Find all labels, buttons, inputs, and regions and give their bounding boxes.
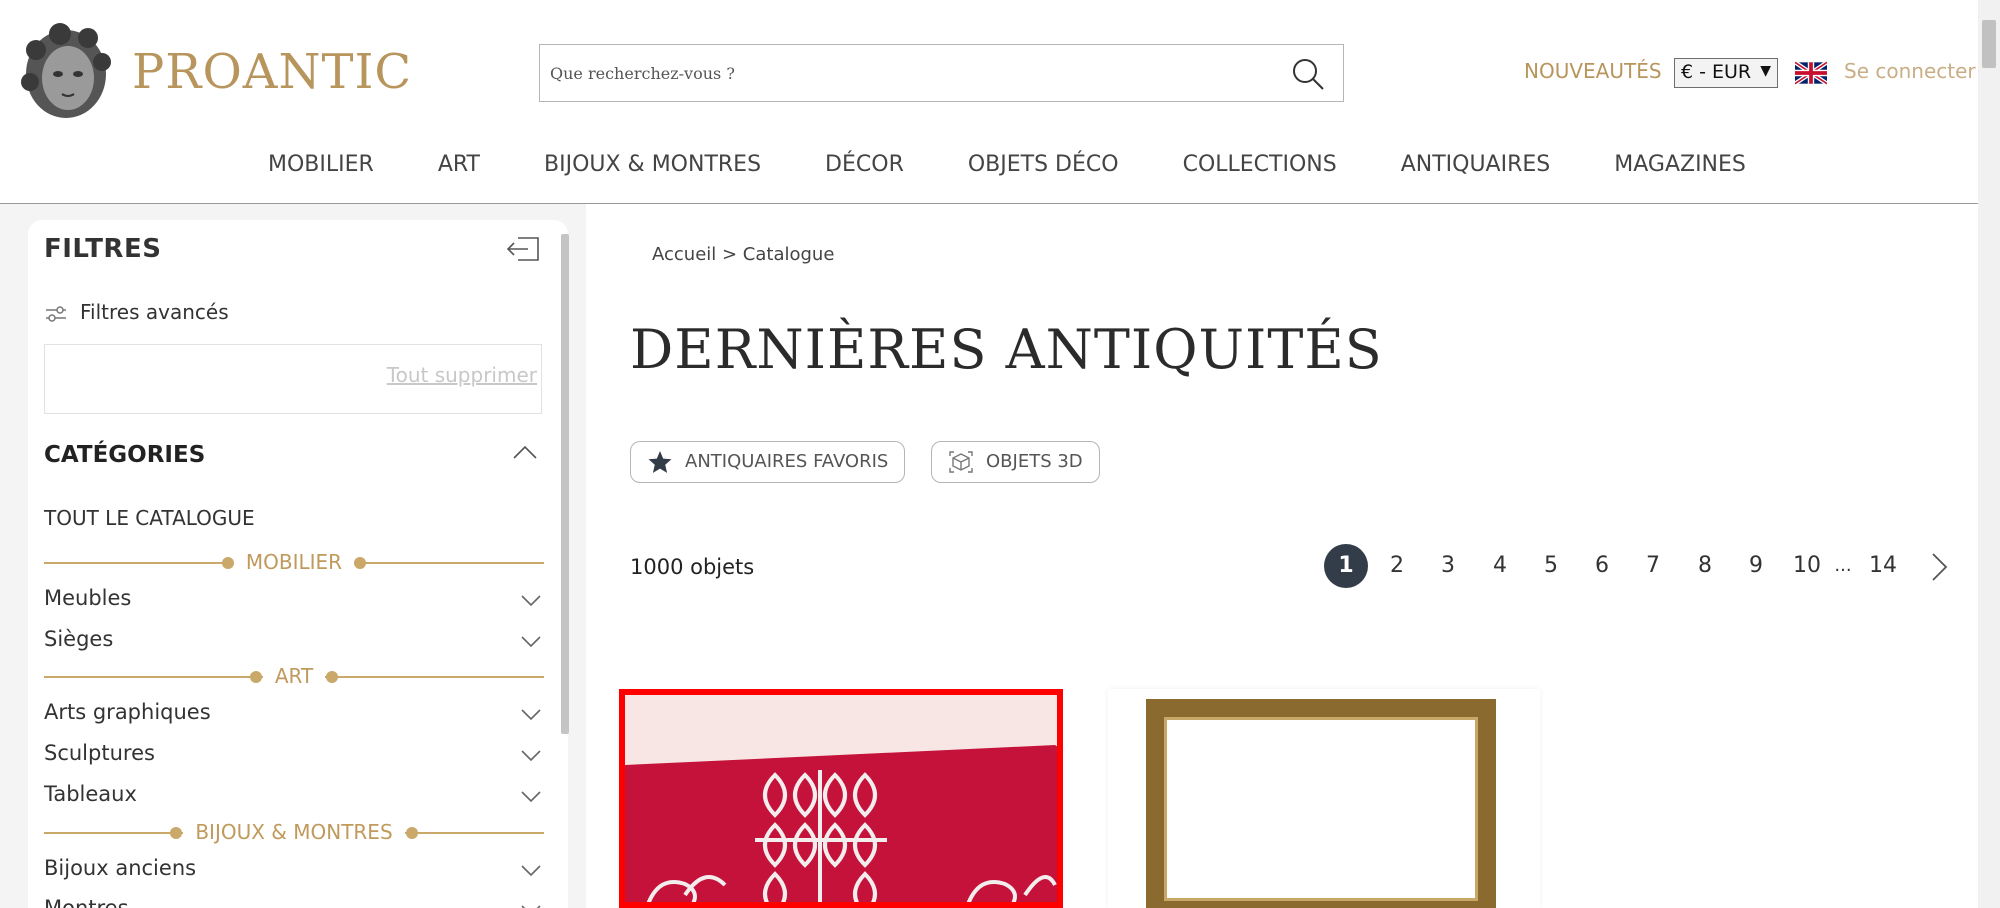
uk-flag-icon[interactable] [1795, 61, 1827, 85]
filters-sidebar: FILTRES Filtres avancés Tout supprimer C… [28, 220, 568, 908]
nav-item-art[interactable]: ART [438, 152, 480, 184]
category-label: Sièges [44, 627, 114, 651]
category-arts-graphiques[interactable]: Arts graphiques [44, 700, 544, 732]
currency-select[interactable]: € - EUR ▼ [1674, 58, 1778, 88]
currency-value: € - EUR [1681, 61, 1752, 83]
chevron-down-icon[interactable] [520, 594, 542, 608]
cube-3d-icon [949, 451, 973, 473]
category-sieges[interactable]: Sièges [44, 627, 544, 659]
medusa-logo-icon[interactable] [16, 20, 116, 124]
category-bijoux-anciens[interactable]: Bijoux anciens [44, 856, 544, 888]
chevron-down-icon[interactable] [520, 864, 542, 878]
group-separator-bijoux: BIJOUX & MONTRES [44, 820, 544, 846]
group-label: BIJOUX & MONTRES [44, 820, 544, 844]
nouveautes-link[interactable]: NOUVEAUTÉS [1524, 59, 1662, 83]
filters-title: FILTRES [44, 234, 162, 264]
group-separator-mobilier: MOBILIER [44, 550, 544, 576]
chevron-right-icon[interactable] [1930, 552, 1948, 582]
clear-all-link[interactable]: Tout supprimer [387, 363, 537, 387]
all-catalog-link[interactable]: TOUT LE CATALOGUE [44, 506, 255, 530]
chevron-down-icon[interactable] [520, 635, 542, 649]
category-montres[interactable]: Montres [44, 896, 544, 908]
product-image[interactable] [625, 695, 1063, 908]
breadcrumb[interactable]: Accueil > Catalogue [652, 244, 834, 265]
objects-3d-label: OBJETS 3D [986, 451, 1083, 472]
categories-title[interactable]: CATÉGORIES [44, 442, 205, 468]
search-input[interactable] [550, 45, 1270, 101]
category-label: Arts graphiques [44, 700, 211, 724]
login-link[interactable]: Se connecter [1844, 59, 1976, 83]
page-8[interactable]: 8 [1683, 544, 1727, 588]
page-10[interactable]: 10 [1785, 544, 1829, 588]
group-separator-art: ART [44, 664, 544, 690]
nav-item-collections[interactable]: COLLECTIONS [1183, 152, 1337, 184]
category-label: Tableaux [44, 782, 137, 806]
brand-name[interactable]: PROANTIC [132, 44, 412, 100]
page-7[interactable]: 7 [1631, 544, 1675, 588]
page-3[interactable]: 3 [1426, 544, 1470, 588]
page-title: DERNIÈRES ANTIQUITÉS [630, 318, 1383, 381]
nav-item-mobilier[interactable]: MOBILIER [268, 152, 374, 184]
search-icon[interactable] [1291, 57, 1325, 91]
category-meubles[interactable]: Meubles [44, 586, 544, 618]
favorite-dealers-button[interactable]: ANTIQUAIRES FAVORIS [630, 441, 906, 483]
page: PROANTIC NOUVEAUTÉS € - EUR ▼ Se connect… [0, 0, 2000, 908]
category-label: Bijoux anciens [44, 856, 197, 880]
category-label: Montres [44, 896, 129, 908]
category-tableaux[interactable]: Tableaux [44, 782, 544, 814]
page-9[interactable]: 9 [1734, 544, 1778, 588]
product-card[interactable] [1108, 689, 1540, 908]
scrollbar-thumb[interactable] [1982, 20, 1996, 68]
product-image[interactable] [1146, 699, 1496, 908]
chevron-down-icon[interactable] [520, 749, 542, 763]
sliders-icon [46, 305, 66, 322]
main-nav: MOBILIER ART BIJOUX & MONTRES DÉCOR OBJE… [268, 152, 1810, 184]
nav-item-decor[interactable]: DÉCOR [825, 152, 904, 184]
nav-item-magazines[interactable]: MAGAZINES [1614, 152, 1746, 184]
scrollbar-thumb[interactable] [561, 234, 569, 734]
nav-item-bijoux-montres[interactable]: BIJOUX & MONTRES [544, 152, 761, 184]
group-label: ART [44, 664, 544, 688]
chevron-down-icon[interactable] [520, 708, 542, 722]
chevron-down-icon[interactable] [520, 904, 542, 908]
nav-item-objets-deco[interactable]: OBJETS DÉCO [968, 152, 1119, 184]
advanced-filters-button[interactable]: Filtres avancés [44, 300, 229, 324]
product-card[interactable] [619, 689, 1063, 908]
objects-3d-button[interactable]: OBJETS 3D [931, 441, 1100, 483]
page-ellipsis: ... [1834, 555, 1852, 576]
results-count: 1000 objets [630, 555, 755, 579]
page-2[interactable]: 2 [1375, 544, 1419, 588]
chevron-up-icon[interactable] [512, 442, 538, 462]
category-label: Meubles [44, 586, 132, 610]
page-5[interactable]: 5 [1529, 544, 1573, 588]
active-filters-box: Tout supprimer [44, 344, 542, 414]
category-sculptures[interactable]: Sculptures [44, 741, 544, 773]
collapse-sidebar-icon[interactable] [506, 234, 540, 264]
star-icon [648, 451, 672, 473]
category-label: Sculptures [44, 741, 155, 765]
page-6[interactable]: 6 [1580, 544, 1624, 588]
page-14[interactable]: 14 [1861, 544, 1905, 588]
chevron-down-icon[interactable] [520, 790, 542, 804]
group-label: MOBILIER [44, 550, 544, 574]
advanced-filters-label: Filtres avancés [80, 300, 229, 324]
page-4[interactable]: 4 [1478, 544, 1522, 588]
chevron-down-icon: ▼ [1760, 63, 1771, 79]
favorite-dealers-label: ANTIQUAIRES FAVORIS [685, 451, 889, 472]
search-bar [539, 44, 1344, 102]
site-header: PROANTIC NOUVEAUTÉS € - EUR ▼ Se connect… [0, 0, 1978, 204]
page-1[interactable]: 1 [1324, 544, 1368, 588]
nav-item-antiquaires[interactable]: ANTIQUAIRES [1401, 152, 1551, 184]
window-scrollbar[interactable] [1978, 0, 2000, 908]
sidebar-scrollbar[interactable] [560, 224, 570, 908]
